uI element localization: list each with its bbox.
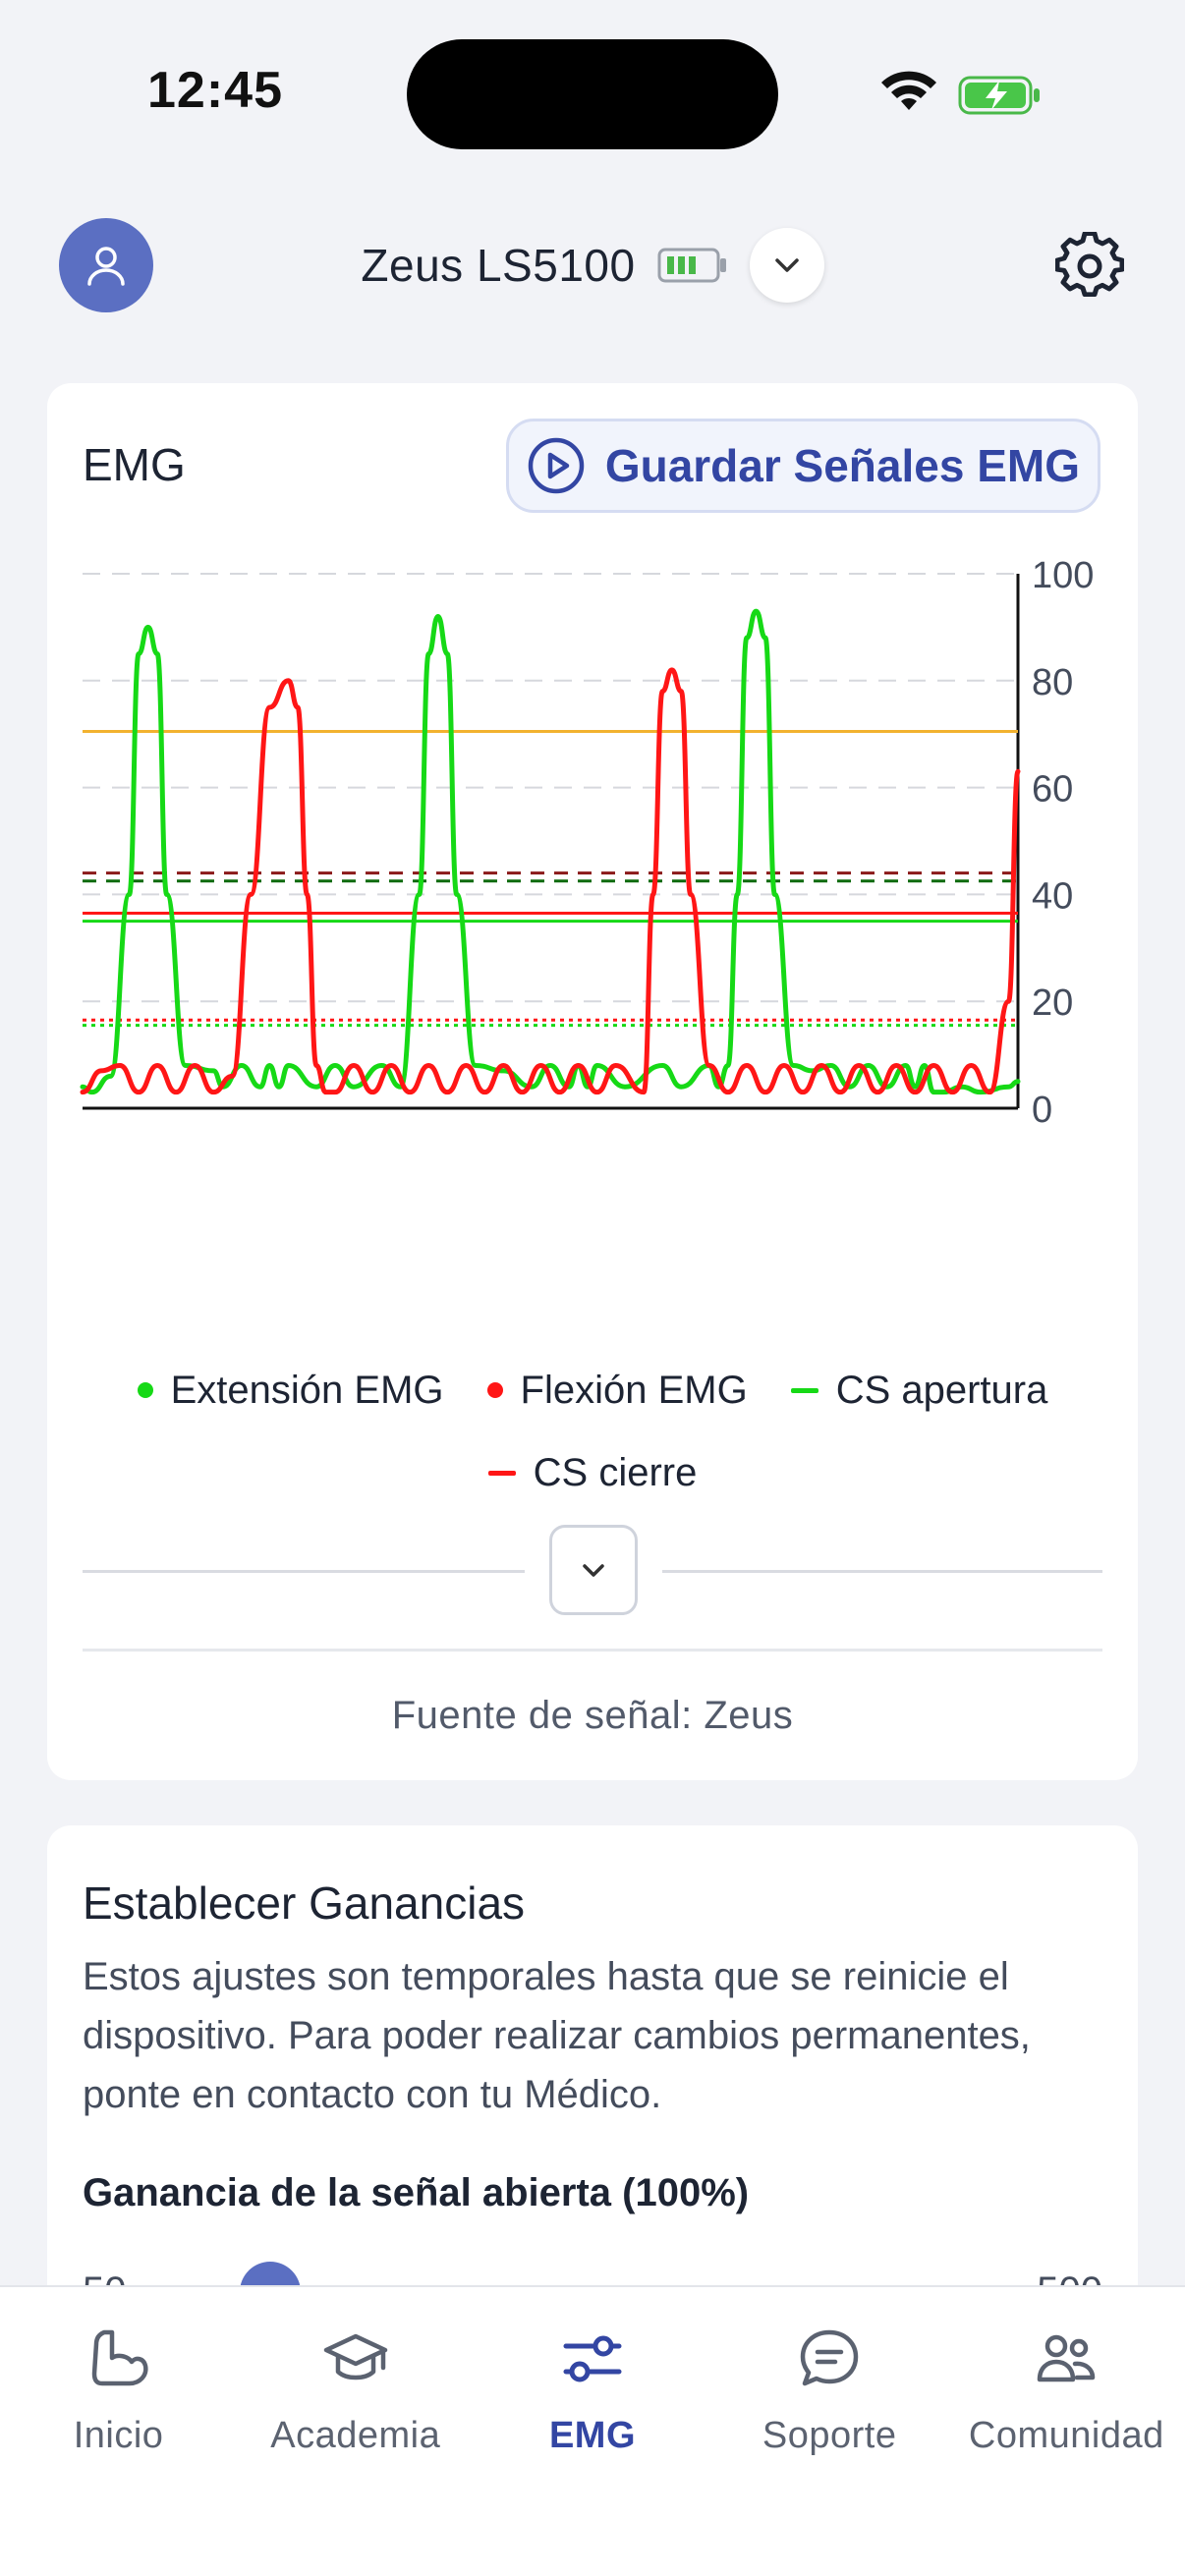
graduation-cap-icon xyxy=(323,2333,388,2380)
y-tick-label: 0 xyxy=(1032,1090,1052,1131)
gain-card-title: Establecer Ganancias xyxy=(83,1877,526,1929)
chat-bubble-icon xyxy=(800,2329,859,2386)
bottom-nav: Inicio Academia EMG Soporte Comunidad xyxy=(0,2285,1185,2576)
nav-item-comunidad[interactable]: Comunidad xyxy=(948,2287,1185,2484)
nav-item-soporte[interactable]: Soporte xyxy=(711,2287,948,2484)
nav-item-emg[interactable]: EMG xyxy=(474,2287,710,2484)
sliders-icon xyxy=(563,2335,622,2382)
legend-item-extension: Extensión EMG xyxy=(137,1368,444,1413)
legend-cs-apertura-line xyxy=(790,1387,818,1393)
extension-emg-series xyxy=(80,608,1021,1095)
legend-cs-cierre-label: CS cierre xyxy=(533,1450,698,1494)
collapse-divider-right xyxy=(662,1570,1102,1573)
nav-label-academia: Academia xyxy=(270,2415,441,2456)
people-icon xyxy=(1038,2334,1096,2382)
nav-item-academia[interactable]: Academia xyxy=(237,2287,474,2484)
device-selector: Zeus LS5100 xyxy=(0,228,1185,303)
y-tick-label: 20 xyxy=(1032,982,1073,1024)
nav-label-soporte: Soporte xyxy=(762,2415,897,2456)
y-tick-label: 100 xyxy=(1032,555,1094,596)
nav-label-emg: EMG xyxy=(548,2415,636,2456)
legend-flexion-label: Flexión EMG xyxy=(520,1368,748,1412)
status-bar: 12:45 xyxy=(0,0,1185,187)
legend-extension-dot xyxy=(137,1382,153,1398)
legend-flexion-dot xyxy=(486,1382,503,1398)
y-tick-label: 60 xyxy=(1032,769,1073,811)
play-circle-icon xyxy=(528,437,585,494)
legend-extension-label: Extensión EMG xyxy=(170,1368,444,1412)
legend-cs-cierre-line xyxy=(487,1470,516,1476)
wifi-icon xyxy=(881,71,936,110)
chart-legend: Extensión EMG Flexión EMG CS apertura CS… xyxy=(47,1356,1138,1507)
save-emg-signals-button[interactable]: Guardar Señales EMG xyxy=(505,419,1100,513)
legend-item-cs-cierre: CS cierre xyxy=(487,1450,698,1495)
battery-charging-icon xyxy=(958,76,1040,115)
nav-item-inicio[interactable]: Inicio xyxy=(0,2287,237,2484)
emg-card: EMG Guardar Señales EMG 0 20 40 60 80 100 Ext… xyxy=(47,383,1138,1780)
gear-icon xyxy=(1055,232,1124,298)
legend-item-cs-apertura: CS apertura xyxy=(790,1368,1048,1413)
nav-label-inicio: Inicio xyxy=(73,2415,164,2456)
dynamic-island xyxy=(407,39,778,149)
arm-icon xyxy=(91,2329,148,2386)
device-name: Zeus LS5100 xyxy=(361,240,636,291)
settings-button[interactable] xyxy=(1051,228,1128,305)
device-dropdown-button[interactable] xyxy=(749,228,824,303)
emg-chart: 0 20 40 60 80 100 xyxy=(80,555,1094,1131)
device-battery-icon xyxy=(657,248,726,283)
expand-chart-button[interactable] xyxy=(549,1525,638,1615)
emg-card-title: EMG xyxy=(83,439,186,490)
flexion-emg-series xyxy=(80,667,1021,1095)
y-tick-label: 40 xyxy=(1032,875,1073,917)
legend-item-flexion: Flexión EMG xyxy=(486,1368,748,1413)
chevron-down-icon xyxy=(774,258,799,272)
chevron-down-icon xyxy=(583,1564,604,1577)
y-tick-label: 80 xyxy=(1032,662,1073,703)
card-divider xyxy=(83,1649,1102,1652)
nav-label-comunidad: Comunidad xyxy=(968,2415,1164,2456)
signal-source: Fuente de señal: Zeus xyxy=(391,1694,794,1737)
status-time: 12:45 xyxy=(147,62,283,119)
legend-cs-apertura-label: CS apertura xyxy=(835,1368,1048,1412)
collapse-divider-left xyxy=(83,1570,525,1573)
save-emg-signals-label: Guardar Señales EMG xyxy=(604,440,1080,491)
chart-collapse-row xyxy=(83,1525,1102,1615)
open-signal-gain-label: Ganancia de la señal abierta (100%) xyxy=(83,2171,750,2214)
gain-card-description: Estos ajustes son temporales hasta que s… xyxy=(83,1955,1031,2116)
